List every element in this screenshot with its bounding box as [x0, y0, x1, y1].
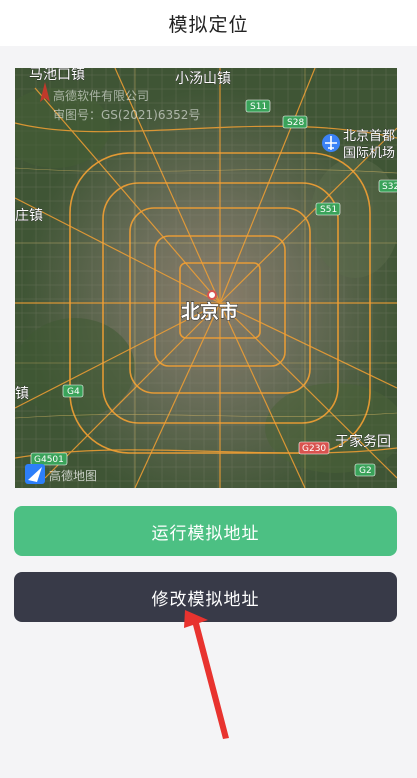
svg-text:G4: G4: [67, 387, 80, 397]
road-badge-g230: G230: [298, 441, 330, 455]
run-mock-location-button[interactable]: 运行模拟地址: [14, 506, 397, 556]
road-badge-s51: S51: [315, 202, 341, 216]
svg-text:S11: S11: [250, 102, 267, 112]
road-badge-g4501: G4501: [30, 452, 68, 466]
page-header: 模拟定位: [0, 0, 417, 46]
page-title: 模拟定位: [168, 13, 249, 36]
svg-text:S32: S32: [382, 182, 397, 192]
place-label-zhuang: 庄镇: [15, 207, 43, 224]
place-label-airport-1: 北京首都: [343, 129, 395, 144]
place-label-beijing: 北京市: [181, 300, 238, 323]
edit-mock-location-button[interactable]: 修改模拟地址: [14, 572, 397, 622]
airport-icon: [322, 134, 340, 152]
run-button-label: 运行模拟地址: [151, 523, 260, 544]
svg-text:G4501: G4501: [34, 455, 64, 465]
road-badge-g4: G4: [62, 384, 84, 398]
copyright-line-2: 审图号：GS(2021)6352号: [53, 107, 200, 122]
place-label-majiakou: 马池口镇: [29, 68, 85, 83]
place-label-airport-2: 国际机场: [343, 146, 395, 161]
place-label-zhen: 镇: [15, 386, 29, 402]
svg-text:G2: G2: [359, 466, 372, 476]
svg-text:G230: G230: [302, 444, 326, 454]
satellite-map[interactable]: 马池口镇 小汤山镇 北京首都 国际机场 庄镇 于家务回 镇 北京市 S11 S2…: [15, 68, 397, 488]
road-badge-s32: S32: [378, 179, 397, 193]
road-badge-s28: S28: [282, 115, 308, 129]
svg-text:S51: S51: [320, 205, 337, 215]
brand-text: 高德地图: [49, 468, 97, 483]
road-badge-g2: G2: [354, 463, 376, 477]
copyright-line-1: 高德软件有限公司: [53, 88, 149, 103]
road-badge-s11: S11: [245, 99, 271, 113]
edit-button-label: 修改模拟地址: [151, 589, 260, 610]
city-marker-icon: [207, 290, 217, 300]
svg-text:S28: S28: [287, 118, 304, 128]
place-label-xiaotangshan: 小汤山镇: [175, 71, 231, 87]
place-label-yujiawu: 于家务回: [335, 433, 391, 450]
